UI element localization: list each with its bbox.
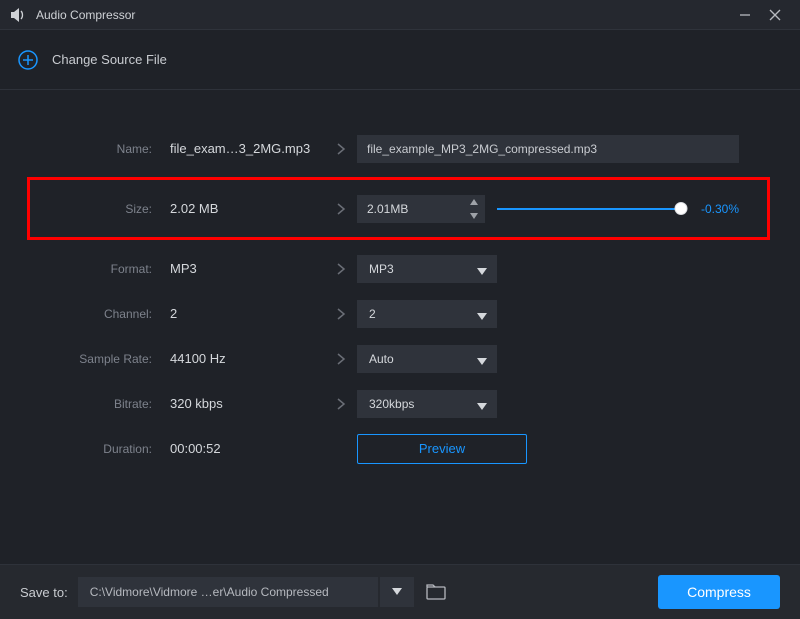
format-dropdown[interactable]: MP3 — [357, 255, 497, 283]
bitrate-source: 320 kbps — [170, 396, 325, 411]
spinner-up[interactable] — [467, 197, 481, 207]
chevron-down-icon — [477, 400, 487, 414]
compress-button[interactable]: Compress — [658, 575, 780, 609]
name-source: file_exam…3_2MG.mp3 — [170, 141, 325, 156]
close-button[interactable] — [760, 0, 790, 30]
app-icon — [10, 6, 28, 24]
minimize-button[interactable] — [730, 0, 760, 30]
bitrate-target: 320kbps — [369, 397, 414, 411]
sample-rate-target: Auto — [369, 352, 394, 366]
format-target: MP3 — [369, 262, 394, 276]
compress-label: Compress — [687, 584, 751, 600]
channel-dropdown[interactable]: 2 — [357, 300, 497, 328]
change-source-label[interactable]: Change Source File — [52, 52, 167, 67]
subheader: Change Source File — [0, 30, 800, 90]
sample-rate-label: Sample Rate: — [30, 352, 170, 366]
add-icon[interactable] — [16, 48, 40, 72]
save-path-box[interactable]: C:\Vidmore\Vidmore …er\Audio Compressed — [78, 577, 378, 607]
sample-rate-source: 44100 Hz — [170, 351, 325, 366]
save-to-label: Save to: — [20, 585, 68, 600]
slider-track — [497, 208, 687, 210]
format-source: MP3 — [170, 261, 325, 276]
format-label: Format: — [30, 262, 170, 276]
size-target-value: 2.01MB — [367, 202, 408, 216]
duration-value: 00:00:52 — [170, 441, 325, 456]
row-duration: Duration: 00:00:52 Preview — [30, 426, 770, 471]
spinner-down[interactable] — [467, 211, 481, 221]
save-path-value: C:\Vidmore\Vidmore …er\Audio Compressed — [90, 585, 329, 599]
sample-rate-dropdown[interactable]: Auto — [357, 345, 497, 373]
app-title: Audio Compressor — [36, 8, 730, 22]
row-channel: Channel: 2 2 — [30, 291, 770, 336]
arrow-icon — [325, 202, 357, 216]
slider-thumb[interactable] — [675, 202, 688, 215]
footer: Save to: C:\Vidmore\Vidmore …er\Audio Co… — [0, 564, 800, 619]
chevron-down-icon — [477, 310, 487, 324]
name-label: Name: — [30, 142, 170, 156]
row-size: Size: 2.02 MB 2.01MB — [30, 186, 761, 231]
duration-label: Duration: — [30, 442, 170, 456]
arrow-icon — [325, 307, 357, 321]
row-name: Name: file_exam…3_2MG.mp3 — [30, 126, 770, 171]
size-highlight: Size: 2.02 MB 2.01MB — [27, 177, 770, 240]
row-format: Format: MP3 MP3 — [30, 246, 770, 291]
size-target-spinner[interactable]: 2.01MB — [357, 195, 485, 223]
chevron-down-icon — [477, 265, 487, 279]
size-slider[interactable] — [497, 199, 687, 219]
titlebar: Audio Compressor — [0, 0, 800, 30]
size-label: Size: — [30, 202, 170, 216]
bitrate-label: Bitrate: — [30, 397, 170, 411]
channel-target: 2 — [369, 307, 376, 321]
channel-label: Channel: — [30, 307, 170, 321]
size-percent: -0.30% — [701, 202, 739, 216]
save-path-dropdown[interactable] — [380, 577, 414, 607]
bitrate-dropdown[interactable]: 320kbps — [357, 390, 497, 418]
arrow-icon — [325, 397, 357, 411]
arrow-icon — [325, 142, 357, 156]
size-source: 2.02 MB — [170, 201, 325, 216]
arrow-icon — [325, 352, 357, 366]
row-bitrate: Bitrate: 320 kbps 320kbps — [30, 381, 770, 426]
output-name-input[interactable] — [357, 135, 739, 163]
open-folder-button[interactable] — [424, 580, 448, 604]
preview-button[interactable]: Preview — [357, 434, 527, 464]
row-sample-rate: Sample Rate: 44100 Hz Auto — [30, 336, 770, 381]
chevron-down-icon — [477, 355, 487, 369]
channel-source: 2 — [170, 306, 325, 321]
arrow-icon — [325, 262, 357, 276]
preview-label: Preview — [419, 441, 465, 456]
